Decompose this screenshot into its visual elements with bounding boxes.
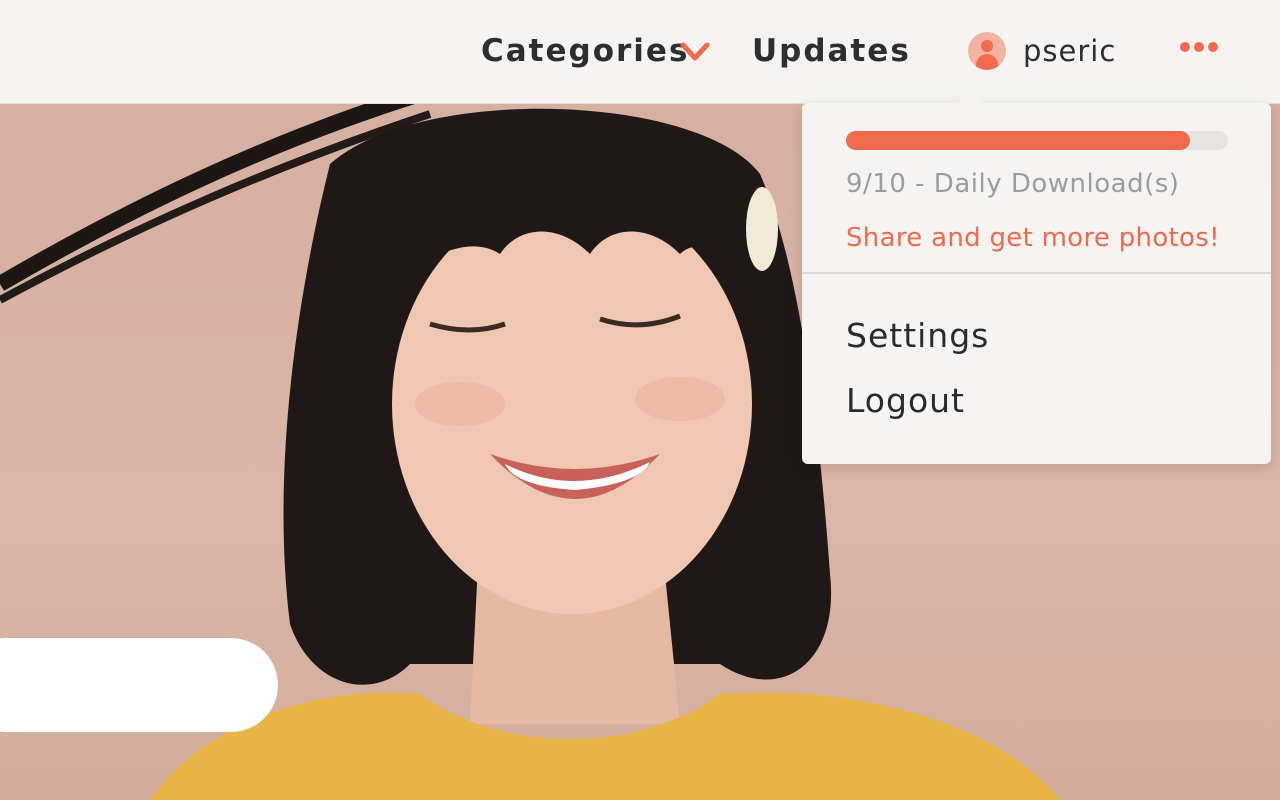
more-dots-icon[interactable] [1180, 42, 1218, 58]
daily-download-text: 9/10 - Daily Download(s) [846, 169, 1180, 199]
search-pill[interactable] [0, 638, 278, 732]
share-link[interactable]: Share and get more photos! [846, 223, 1220, 253]
nav-updates[interactable]: Updates [752, 30, 911, 72]
menu-divider [802, 272, 1271, 274]
user-avatar-icon [968, 32, 1006, 70]
top-navbar: Categories Updates pseric [0, 0, 1280, 104]
menu-item-settings[interactable]: Settings [846, 316, 989, 355]
user-dropdown-menu: 9/10 - Daily Download(s) Share and get m… [802, 103, 1271, 464]
dropdown-caret [957, 90, 983, 104]
daily-download-progress [846, 131, 1228, 150]
nav-categories[interactable]: Categories [481, 30, 689, 72]
progress-fill [846, 131, 1190, 150]
username-label: pseric [1023, 34, 1117, 68]
chevron-down-icon[interactable] [680, 40, 710, 64]
user-menu-button[interactable]: pseric [968, 30, 1116, 72]
menu-item-logout[interactable]: Logout [846, 381, 965, 420]
